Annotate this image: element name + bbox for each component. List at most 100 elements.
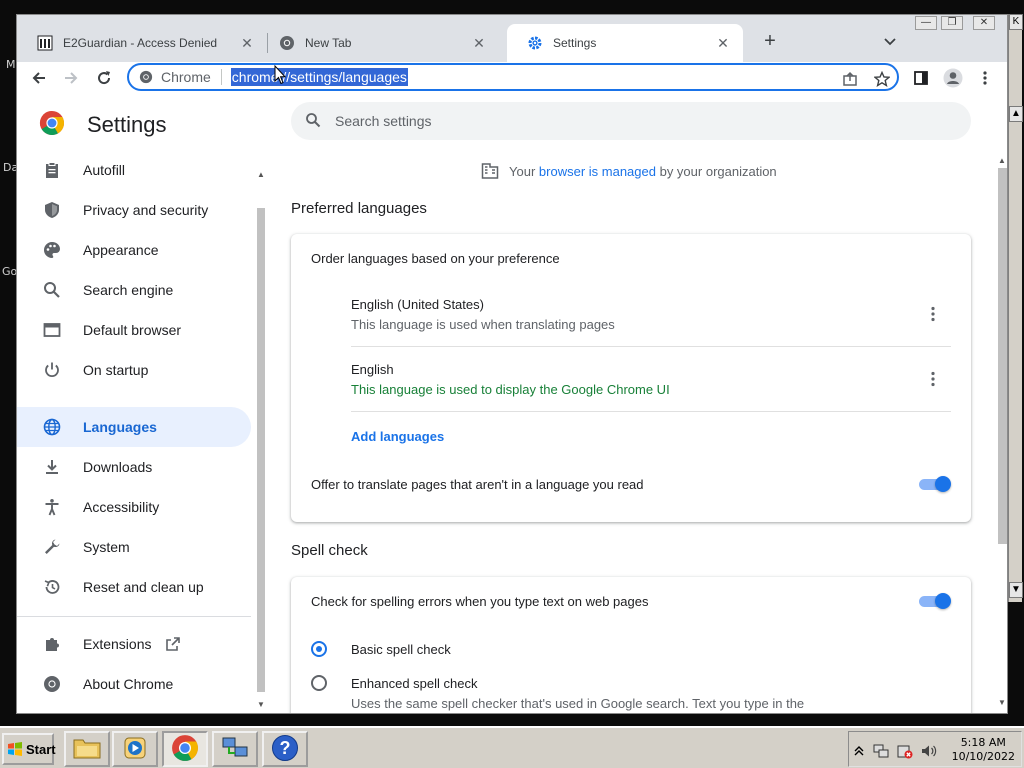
managed-prefix: Your (509, 163, 536, 179)
sidebar-item-label: Extensions (83, 636, 152, 652)
tab-search-chevron-icon[interactable] (879, 31, 901, 53)
sidebar-item-accessibility[interactable]: Accessibility (17, 487, 251, 527)
tab-settings[interactable]: Settings ✕ (507, 24, 743, 62)
offer-translate-label: Offer to translate pages that aren't in … (311, 477, 644, 492)
sidebar-item-extensions[interactable]: Extensions (17, 624, 251, 664)
managed-link[interactable]: browser is managed (539, 164, 656, 179)
scrollbar-thumb[interactable] (998, 168, 1007, 544)
preferred-languages-heading: Preferred languages (291, 200, 427, 217)
back-button[interactable] (27, 66, 51, 90)
arrow-right-icon (65, 72, 78, 84)
close-tab-icon[interactable]: ✕ (715, 35, 731, 51)
add-languages-button[interactable]: Add languages (351, 429, 444, 444)
sidebar-item-label: Downloads (83, 459, 153, 475)
sidebar-item-appearance[interactable]: Appearance (17, 230, 251, 270)
side-panel-icon (914, 71, 928, 85)
shield-icon (41, 199, 63, 221)
tab-title: Settings (553, 36, 597, 50)
profile-button[interactable] (941, 66, 965, 90)
enhanced-spell-check-label: Enhanced spell check (351, 676, 478, 691)
reload-button[interactable] (92, 66, 116, 90)
sidebar-item-label: Appearance (83, 242, 159, 258)
scroll-up-icon[interactable]: ▲ (1009, 106, 1023, 122)
sidebar-item-system[interactable]: System (17, 527, 251, 567)
sidebar-scrollbar[interactable]: ▲ ▼ (255, 154, 267, 709)
basic-spell-check-label: Basic spell check (351, 642, 451, 657)
tab-new-tab[interactable]: New Tab ✕ (259, 24, 499, 62)
desktop-label-fragment: Go (2, 265, 18, 278)
site-info-chip[interactable]: Chrome (139, 69, 222, 85)
offer-translate-toggle[interactable] (919, 476, 951, 492)
scroll-up-icon[interactable]: ▲ (255, 170, 267, 180)
sidebar-item-downloads[interactable]: Downloads (17, 447, 251, 487)
sidebar-item-autofill[interactable]: Autofill (17, 150, 251, 190)
background-window-close[interactable]: K (1009, 14, 1023, 30)
sidebar-item-label: Privacy and security (83, 202, 209, 218)
address-bar[interactable]: Chrome chrome://settings/languages (127, 63, 899, 91)
sidebar-item-reset-and-clean-up[interactable]: Reset and clean up (17, 567, 251, 607)
spell-check-toggle[interactable] (919, 593, 951, 609)
close-tab-icon[interactable]: ✕ (471, 35, 487, 51)
scroll-down-icon[interactable]: ▼ (1009, 582, 1023, 598)
scrollbar-thumb[interactable] (257, 208, 265, 692)
globe-icon (41, 416, 63, 438)
close-window-button[interactable]: ✕ (973, 16, 995, 30)
maximize-button[interactable]: ❐ (941, 16, 963, 30)
scroll-down-icon[interactable]: ▼ (255, 700, 267, 710)
main-scrollbar[interactable]: ▲ ▼ (995, 156, 1007, 712)
media-player-icon (122, 735, 148, 764)
tab-e2guardian[interactable]: E2Guardian - Access Denied ✕ (17, 24, 267, 62)
sidebar-item-privacy-and-security[interactable]: Privacy and security (17, 190, 251, 230)
taskbar-clock[interactable]: 5:18 AM 10/10/2022 (952, 736, 1015, 764)
wrench-icon (41, 536, 63, 558)
language-name: English (United States) (351, 297, 484, 312)
browser-toolbar: Chrome chrome://settings/languages (17, 62, 1007, 94)
spell-check-label: Check for spelling errors when you type … (311, 594, 649, 609)
sidebar-item-label: Reset and clean up (83, 579, 204, 595)
clock-time: 5:18 AM (960, 736, 1006, 749)
tab-title: E2Guardian - Access Denied (63, 36, 218, 50)
minimize-button[interactable]: — (915, 16, 937, 30)
taskbar-file-explorer[interactable] (64, 731, 110, 767)
language-menu-icon[interactable] (923, 369, 943, 389)
share-icon[interactable] (841, 70, 859, 88)
sidebar-item-search-engine[interactable]: Search engine (17, 270, 251, 310)
chip-label: Chrome (161, 69, 211, 85)
close-tab-icon[interactable]: ✕ (239, 35, 255, 51)
chrome-logo-icon (39, 110, 65, 139)
security-alert-icon[interactable] (897, 743, 913, 759)
sidebar-item-default-browser[interactable]: Default browser (17, 310, 251, 350)
tray-expand-icon[interactable] (851, 743, 867, 759)
language-description: This language is used when translating p… (351, 317, 615, 332)
scroll-up-icon[interactable]: ▲ (996, 156, 1007, 166)
forward-button[interactable] (59, 66, 83, 90)
network-icon[interactable] (873, 743, 889, 759)
search-icon (41, 279, 63, 301)
side-panel-button[interactable] (909, 66, 933, 90)
folder-icon (73, 736, 101, 763)
bookmark-star-icon[interactable] (873, 70, 891, 88)
chrome-icon (139, 70, 153, 84)
taskbar-media-player[interactable] (112, 731, 158, 767)
mouse-cursor-icon (274, 64, 287, 88)
sidebar-item-about-chrome[interactable]: About Chrome (17, 664, 251, 704)
new-tab-button[interactable]: + (757, 30, 783, 54)
basic-spell-check-radio[interactable] (311, 641, 327, 657)
menu-button[interactable] (973, 66, 997, 90)
taskbar-network-app[interactable] (212, 731, 258, 767)
url-text[interactable]: chrome://settings/languages (230, 68, 408, 86)
scroll-down-icon[interactable]: ▼ (996, 698, 1007, 708)
language-menu-icon[interactable] (923, 304, 943, 324)
sidebar-item-languages[interactable]: Languages (17, 407, 251, 447)
avatar-icon (943, 68, 963, 88)
start-button[interactable]: Start (2, 733, 56, 765)
svg-text:?: ? (280, 738, 291, 758)
taskbar-chrome[interactable] (162, 731, 208, 767)
volume-icon[interactable] (921, 743, 937, 759)
taskbar-help[interactable]: ? (262, 731, 308, 767)
arrow-left-icon (32, 72, 45, 84)
chrome-icon (171, 734, 199, 765)
sidebar-item-on-startup[interactable]: On startup (17, 350, 251, 390)
search-settings-input[interactable]: Search settings (291, 102, 971, 140)
enhanced-spell-check-radio[interactable] (311, 675, 327, 691)
